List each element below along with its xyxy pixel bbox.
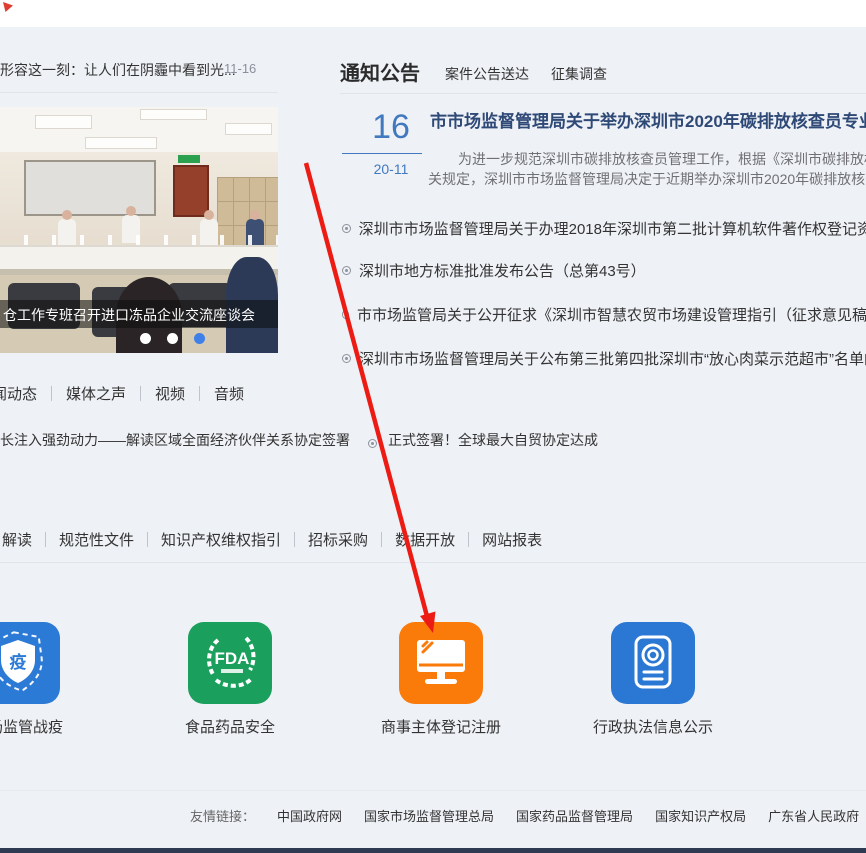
- exit-sign: [178, 155, 200, 163]
- notice-tabs: 案件公告送达 征集调查: [445, 64, 607, 84]
- separator: [51, 386, 52, 401]
- carousel-dot-1[interactable]: [140, 333, 151, 344]
- bullet-icon: [342, 354, 351, 363]
- footer-link-nmpa[interactable]: 国家药品监督管理局: [516, 806, 633, 825]
- tab-surveys[interactable]: 征集调查: [551, 64, 607, 84]
- notice-list-item[interactable]: 深圳市地方标准批准发布公告（总第43号）: [342, 260, 866, 281]
- svg-text:FDA: FDA: [215, 649, 250, 668]
- shortcut-label-epidemic[interactable]: 市场监管战疫: [0, 716, 98, 737]
- left-divider: [0, 92, 278, 93]
- notice-link[interactable]: 市市场监管局关于公开征求《深圳市智慧农贸市场建设管理指引（征求意见稿）》...: [357, 304, 866, 325]
- media-nav-item-video[interactable]: 视频: [155, 383, 185, 404]
- notice-link[interactable]: 深圳市地方标准批准发布公告（总第43号）: [359, 260, 646, 281]
- light-panel: [140, 109, 207, 120]
- bullet-icon: [342, 266, 351, 275]
- footer-link-cnipa[interactable]: 国家知识产权局: [655, 806, 746, 825]
- media-nav-item-audio[interactable]: 音频: [214, 383, 244, 404]
- featured-month: 20-11: [360, 161, 422, 177]
- notice-link[interactable]: 深圳市市场监督管理局关于办理2018年深圳市第二批计算机软件著作权登记资助领: [359, 218, 866, 239]
- friend-links-label: 友情链接：: [190, 806, 255, 825]
- notice-divider: [340, 93, 866, 94]
- featured-notice-excerpt-2: 关规定，深圳市市场监督管理局决定于近期举办深圳市2020年碳排放核查员专业知: [428, 169, 866, 189]
- door: [173, 165, 209, 217]
- bullet-icon: [368, 439, 377, 448]
- info-nav-bidding[interactable]: 招标采购: [308, 529, 368, 550]
- projection-screen: [24, 160, 156, 216]
- carousel-photo[interactable]: 仓工作专班召开进口冻品企业交流座谈会: [0, 107, 278, 353]
- footer-link-samr[interactable]: 国家市场监督管理总局: [364, 806, 494, 825]
- separator: [45, 532, 46, 547]
- shortcut-label-enforcement-info[interactable]: 行政执法信息公示: [573, 716, 733, 737]
- shortcut-label-business-registration[interactable]: 商事主体登记注册: [361, 716, 521, 737]
- media-nav-item-voice[interactable]: 媒体之声: [66, 383, 126, 404]
- fda-laurel-icon[interactable]: FDA: [188, 622, 272, 704]
- featured-notice-title[interactable]: 市市场监督管理局关于举办深圳市2020年碳排放核查员专业知: [430, 107, 866, 132]
- footer-link-gov-cn[interactable]: 中国政府网: [277, 806, 342, 825]
- notice-heading: 通知公告: [340, 57, 420, 86]
- info-nav-site-report[interactable]: 网站报表: [482, 529, 542, 550]
- shortcut-label-food-drug[interactable]: 食品药品安全: [150, 716, 310, 737]
- notice-list-item[interactable]: 深圳市市场监督管理局关于公布第三批第四批深圳市“放心肉菜示范超市”名单的...: [342, 348, 866, 369]
- ticker-item-2[interactable]: 正式签署！全球最大自贸协定达成: [388, 430, 598, 450]
- separator: [294, 532, 295, 547]
- bottom-bar: [0, 848, 866, 853]
- epidemic-shield-icon[interactable]: 疫: [0, 622, 60, 704]
- top-strip: [0, 0, 866, 27]
- featured-notice-excerpt-1: 为进一步规范深圳市碳排放核查员管理工作，根据《深圳市碳排放权交易管理: [458, 149, 866, 169]
- info-nav-normative-docs[interactable]: 规范性文件: [59, 529, 134, 550]
- light-panel: [35, 115, 92, 129]
- footer-link-gd-gov[interactable]: 广东省人民政府: [768, 806, 859, 825]
- media-nav-item-news[interactable]: 闻动态: [0, 383, 37, 404]
- ticker-item-1[interactable]: 长注入强劲动力——解读区域全面经济伙伴关系协定签署: [0, 430, 350, 450]
- separator: [140, 386, 141, 401]
- separator: [468, 532, 469, 547]
- left-news-headline[interactable]: 形容这一刻：让人们在阴霾中看到光...: [0, 60, 236, 80]
- info-nav: 解读 规范性文件 知识产权维权指引 招标采购 数据开放 网站报表: [2, 529, 542, 550]
- business-registration-monitor-icon[interactable]: [399, 622, 483, 704]
- media-nav: 闻动态 媒体之声 视频 音频: [0, 383, 244, 404]
- left-news-date: 11-16: [224, 61, 256, 76]
- footer-links: 友情链接： 中国政府网 国家市场监督管理总局 国家药品监督管理局 国家知识产权局…: [190, 806, 859, 825]
- page: 形容这一刻：让人们在阴霾中看到光... 11-16 仓工作专班召开进口冻品企业交…: [0, 0, 866, 853]
- enforcement-camera-icon[interactable]: [611, 622, 695, 704]
- info-nav-ip-guide[interactable]: 知识产权维权指引: [161, 529, 281, 550]
- section-divider: [0, 562, 866, 563]
- separator: [199, 386, 200, 401]
- light-panel: [225, 123, 272, 135]
- featured-day: 16: [360, 108, 422, 147]
- notice-list-item[interactable]: 深圳市市场监督管理局关于办理2018年深圳市第二批计算机软件著作权登记资助领: [342, 218, 866, 239]
- notice-link[interactable]: 深圳市市场监督管理局关于公布第三批第四批深圳市“放心肉菜示范超市”名单的...: [359, 348, 866, 369]
- tab-case-announcements[interactable]: 案件公告送达: [445, 64, 529, 84]
- footer-divider: [0, 790, 866, 791]
- carousel-dot-3-active[interactable]: [194, 333, 205, 344]
- featured-day-underline: [342, 153, 422, 154]
- info-nav-open-data[interactable]: 数据开放: [395, 529, 455, 550]
- light-panel: [85, 137, 157, 149]
- separator: [381, 532, 382, 547]
- carousel-dot-2[interactable]: [167, 333, 178, 344]
- separator: [147, 532, 148, 547]
- bullet-icon: [342, 224, 351, 233]
- carousel-caption[interactable]: 仓工作专班召开进口冻品企业交流座谈会: [3, 305, 255, 325]
- info-nav-interpretation[interactable]: 解读: [2, 529, 32, 550]
- svg-text:疫: 疫: [10, 652, 27, 672]
- notice-list-item[interactable]: 市市场监管局关于公开征求《深圳市智慧农贸市场建设管理指引（征求意见稿）》...: [342, 304, 866, 325]
- bullet-icon: [342, 310, 349, 319]
